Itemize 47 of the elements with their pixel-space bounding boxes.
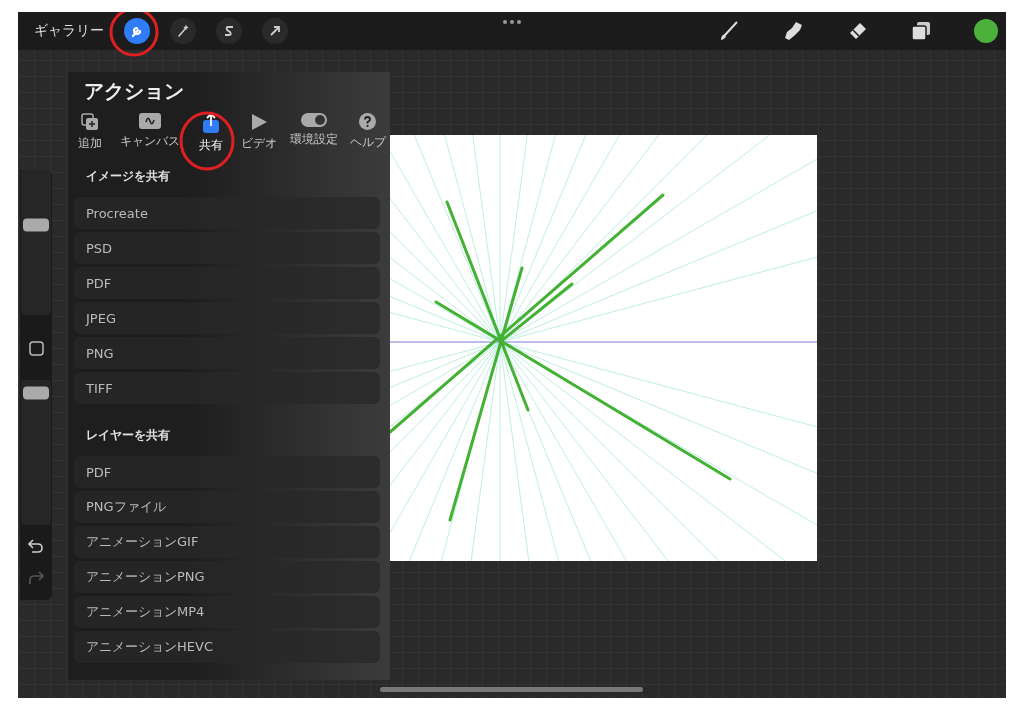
toolbar-button[interactable] (216, 18, 242, 44)
arrow-cursor-icon (268, 24, 282, 38)
wrench-icon (130, 24, 144, 38)
canvas-icon (139, 113, 162, 129)
toolbar-button[interactable] (124, 18, 150, 44)
color-swatch[interactable] (974, 19, 998, 43)
add-icon (81, 113, 99, 131)
export-option[interactable]: TIFF (74, 372, 380, 404)
share-icon (201, 113, 220, 133)
export-option[interactable]: アニメーションHEVC (74, 631, 380, 663)
action-tab[interactable]: 追加 (72, 113, 108, 154)
action-tab[interactable]: 環境設定 (289, 113, 338, 154)
export-option[interactable]: PDF (74, 456, 380, 488)
more-dots-icon[interactable] (502, 19, 522, 25)
action-tab[interactable]: ビデオ (241, 113, 278, 154)
annotation-circle (178, 110, 236, 172)
action-tab[interactable]: キャンバス (120, 113, 181, 154)
export-option[interactable]: PDF (74, 267, 380, 299)
slider-thumb[interactable] (23, 218, 49, 232)
toolbar-button[interactable] (262, 18, 288, 44)
size-slider[interactable] (21, 170, 51, 315)
export-option[interactable]: PNG (74, 337, 380, 369)
section-heading: イメージを共有 (85, 168, 171, 185)
finger-icon (782, 20, 804, 42)
brush-icon (718, 20, 740, 42)
toolbar-button[interactable] (170, 18, 196, 44)
layers-icon (910, 20, 932, 42)
undo-icon[interactable] (28, 539, 44, 553)
gallery-link[interactable]: ギャラリー (34, 22, 104, 40)
square-modifier-icon[interactable] (28, 341, 44, 356)
section-heading: レイヤーを共有 (85, 427, 171, 444)
slider-thumb[interactable] (23, 386, 49, 400)
export-option[interactable]: PSD (74, 232, 380, 264)
export-option[interactable]: Procreate (74, 197, 380, 229)
help-icon (359, 113, 377, 130)
export-option[interactable]: JPEG (74, 302, 380, 334)
panel-title: アクション (83, 78, 185, 105)
opacity-slider[interactable] (21, 380, 51, 525)
magic-wand-icon (176, 24, 190, 38)
play-icon (250, 113, 269, 131)
toggle-icon (300, 113, 327, 127)
export-option[interactable]: アニメーションPNG (74, 561, 380, 593)
s-curve-icon (222, 24, 236, 38)
export-option[interactable]: アニメーションGIF (74, 526, 380, 558)
action-tab[interactable]: ヘルプ (349, 113, 386, 154)
export-option[interactable]: PNGファイル (74, 491, 380, 523)
export-option[interactable]: アニメーションMP4 (74, 596, 380, 628)
